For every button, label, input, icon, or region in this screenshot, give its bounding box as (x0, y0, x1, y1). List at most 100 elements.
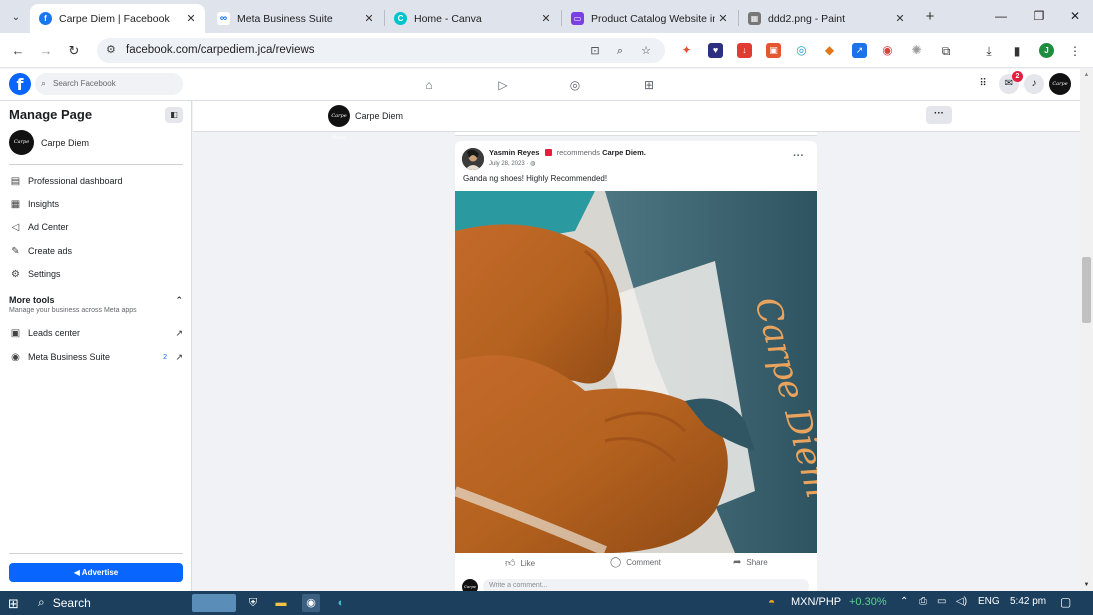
home-icon[interactable]: ⌂ (421, 77, 437, 93)
more-tools-header[interactable]: More tools ⌃ (9, 295, 183, 305)
groups-icon[interactable]: ◎ (567, 77, 583, 93)
taskbar-search-label: Search (52, 595, 91, 610)
author-name[interactable]: Yasmin Reyes (489, 148, 539, 157)
extension-color-icon[interactable]: ◉ (880, 43, 895, 58)
reload-icon[interactable]: ↻ (64, 41, 84, 61)
external-link-icon: ↗ (175, 351, 183, 362)
restore-icon[interactable]: ❐ (1024, 6, 1054, 26)
tray-expand-icon[interactable]: ⌃ (900, 596, 908, 607)
back-icon[interactable]: ← (8, 41, 28, 61)
tab-paint[interactable]: ▦ ddd2.png - Paint ✕ (739, 4, 914, 33)
extensions-puzzle-icon[interactable]: ⧉ (937, 42, 955, 60)
post-photo-boots[interactable]: Carpe Diem (455, 191, 817, 556)
forward-icon[interactable]: → (36, 41, 56, 61)
recommended-page-link[interactable]: Carpe Diem. (602, 148, 646, 157)
tab-meta-business-suite[interactable]: ∞ Meta Business Suite ✕ (208, 4, 383, 33)
account-avatar[interactable]: Carpe Diem (1049, 73, 1071, 109)
clock-time[interactable]: 5:42 pm (1010, 596, 1046, 607)
chevron-up-icon[interactable]: ⌃ (175, 295, 183, 306)
sidebar-item-leads-center[interactable]: ▣ Leads center ↗ (9, 324, 183, 342)
sidebar-item-settings[interactable]: ⚙ Settings (9, 265, 183, 283)
scroll-up-arrow-icon[interactable]: ▲ (1080, 69, 1093, 81)
extension-gear-icon[interactable]: ✺ (909, 43, 924, 58)
language-indicator[interactable]: ENG (978, 596, 1000, 607)
page-scrollbar[interactable]: ▲ ▼ (1080, 69, 1093, 591)
page-avatar[interactable]: Carpe Diem (328, 105, 350, 141)
side-panel-icon[interactable]: ▮ (1008, 42, 1026, 60)
facebook-logo-icon[interactable]: f (9, 73, 31, 95)
extension-flame-icon[interactable]: ✦ (679, 43, 694, 58)
notifications-bell-icon[interactable]: ♪ (1024, 74, 1044, 94)
profile-avatar[interactable]: J (1039, 43, 1054, 58)
taskbar-search[interactable]: ⌕ Search (38, 595, 91, 610)
post-text: Ganda ng shoes! Highly Recommended! (463, 174, 608, 183)
gear-icon: ⚙ (11, 268, 20, 280)
scrollbar-thumb[interactable] (1082, 257, 1091, 323)
close-tab-icon[interactable]: ✕ (715, 12, 731, 25)
taskbar-search-highlight-image[interactable] (192, 594, 236, 612)
sidebar-item-label: Meta Business Suite (28, 352, 111, 362)
zoom-icon[interactable]: ⌕ (612, 43, 628, 59)
bookmark-star-icon[interactable]: ☆ (638, 43, 654, 59)
sidebar-item-create-ads[interactable]: ✎ Create ads (9, 242, 183, 260)
insights-icon: ▦ (10, 198, 21, 210)
page-header-bar: Carpe Diem Carpe Diem ··· (193, 101, 1080, 141)
sidebar-item-ad-center[interactable]: ◁ Ad Center (9, 218, 183, 236)
close-tab-icon[interactable]: ✕ (183, 12, 199, 25)
menu-grid-icon[interactable]: ⠿ (973, 74, 993, 94)
share-button[interactable]: ➦ Share (733, 557, 768, 568)
network-icon[interactable]: ▭ (937, 596, 946, 607)
tab-home-canva[interactable]: C Home - Canva ✕ (385, 4, 560, 33)
close-tab-icon[interactable]: ✕ (361, 12, 377, 25)
new-tab-button[interactable]: + (920, 7, 940, 27)
address-bar[interactable]: ⚙ facebook.com/carpediem.jca/reviews ⊡ ⌕… (97, 38, 665, 63)
ticker-label[interactable]: MXN/PHP (791, 596, 841, 608)
extension-heart-icon[interactable]: ♥ (708, 43, 723, 58)
comment-button[interactable]: ◯ Comment (610, 557, 661, 568)
comment-input[interactable]: Write a comment... (483, 579, 809, 591)
close-window-icon[interactable]: ✕ (1060, 6, 1090, 26)
sidebar-item-meta-business-suite[interactable]: ◉ Meta Business Suite 2 ↗ (9, 348, 183, 366)
browser-menu-icon[interactable]: ⋮ (1066, 42, 1084, 60)
page-more-options-button[interactable]: ··· (926, 106, 952, 124)
tray-device-icon[interactable]: ⎙ (919, 596, 927, 607)
like-button[interactable]: 👍︎ Like (505, 557, 535, 569)
post-more-options-icon[interactable]: ··· (793, 150, 804, 162)
extension-cursor-icon[interactable]: ↗ (852, 43, 867, 58)
extension-gift-icon[interactable]: ▣ (766, 43, 781, 58)
site-info-icon[interactable]: ⚙ (106, 43, 116, 56)
windows-start-icon[interactable]: ⊞ (8, 596, 19, 612)
sidebar-page-switcher[interactable]: Carpe Diem Carpe Diem (9, 130, 89, 170)
advertise-button[interactable]: ◀ Advertise (9, 563, 183, 582)
comment-label: Comment (626, 558, 661, 567)
edge-taskbar-icon[interactable]: ◐ (332, 594, 350, 612)
install-app-icon[interactable]: ⊡ (587, 43, 603, 59)
volume-icon[interactable]: ◁) (956, 596, 967, 607)
scroll-down-arrow-icon[interactable]: ▼ (1080, 579, 1093, 591)
minimize-icon[interactable]: — (986, 6, 1016, 26)
gaming-icon[interactable]: ⊞ (641, 77, 657, 93)
video-icon[interactable]: ▷ (495, 77, 511, 93)
tab-product-catalog[interactable]: ▭ Product Catalog Website in ✕ (562, 4, 737, 33)
chrome-taskbar-icon[interactable]: ◉ (302, 594, 320, 612)
extension-search-icon[interactable]: ◎ (794, 43, 809, 58)
close-tab-icon[interactable]: ✕ (892, 12, 908, 25)
post-date[interactable]: July 28, 2023 · ◍ (489, 160, 535, 167)
sidebar-item-professional-dashboard[interactable]: ▤ Professional dashboard (9, 172, 183, 190)
file-explorer-icon[interactable]: ▬ (272, 594, 290, 612)
page-name[interactable]: Carpe Diem (355, 111, 403, 121)
tab-search-chevron-icon[interactable]: ⌄ (6, 7, 26, 27)
post-header-line: Yasmin Reyes recommends Carpe Diem. (489, 148, 646, 157)
taskbar-shield-icon[interactable]: ⛨ (244, 594, 262, 612)
facebook-search-input[interactable]: ⌕ Search Facebook (35, 73, 183, 95)
author-avatar[interactable] (462, 148, 484, 170)
sidebar-item-insights[interactable]: ▦ Insights (9, 195, 183, 213)
close-tab-icon[interactable]: ✕ (538, 12, 554, 25)
url-text[interactable]: facebook.com/carpediem.jca/reviews (126, 44, 315, 56)
notification-center-icon[interactable]: ▢ (1060, 595, 1071, 609)
metamask-icon[interactable]: ◆ (822, 43, 837, 58)
tab-carpe-diem-facebook[interactable]: f Carpe Diem | Facebook ✕ (30, 4, 205, 33)
downloads-icon[interactable]: ⤓ (980, 42, 998, 60)
collapse-sidebar-icon[interactable]: ◧ (165, 107, 183, 123)
extension-download-icon[interactable]: ↓ (737, 43, 752, 58)
